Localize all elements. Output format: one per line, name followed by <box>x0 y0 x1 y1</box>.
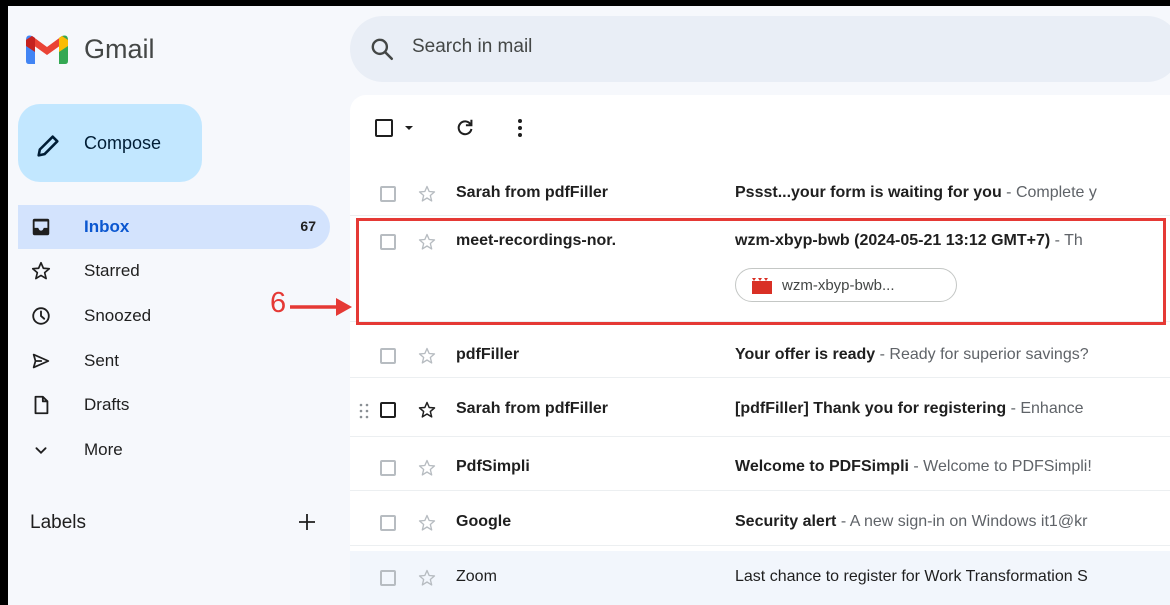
nav-item-inbox[interactable]: Inbox 67 <box>18 205 330 249</box>
star-icon[interactable] <box>417 568 437 588</box>
nav-item-drafts[interactable]: Drafts <box>18 383 330 427</box>
star-icon <box>31 261 51 280</box>
email-sender: Sarah from pdfFiller <box>456 184 609 201</box>
draft-icon <box>34 395 49 415</box>
inbox-icon <box>32 218 50 236</box>
inbox-count: 67 <box>300 218 316 234</box>
email-line: Your offer is ready - Ready for superior… <box>735 346 1170 364</box>
email-row[interactable]: pdfFiller Your offer is ready - Ready fo… <box>350 332 1170 378</box>
email-sender: PdfSimpli <box>456 458 530 475</box>
refresh-icon[interactable] <box>454 117 476 139</box>
email-line: Pssst...your form is waiting for you - C… <box>735 184 1170 202</box>
email-snippet: - Ready for superior savings? <box>875 346 1089 363</box>
email-row[interactable]: PdfSimpli Welcome to PDFSimpli - Welcome… <box>350 445 1170 491</box>
email-subject: Pssst...your form is waiting for you <box>735 184 1002 201</box>
row-checkbox[interactable] <box>380 348 396 364</box>
star-icon[interactable] <box>417 346 437 366</box>
mail-list: Sarah from pdfFiller Pssst...your form i… <box>350 95 1170 605</box>
nav-label-snoozed: Snoozed <box>84 306 152 325</box>
annotation-arrow-icon <box>290 298 352 316</box>
select-dropdown-icon[interactable] <box>403 123 415 133</box>
email-sender: pdfFiller <box>456 346 520 363</box>
annotation-highlight-box <box>356 218 1166 325</box>
email-row[interactable]: Google Security alert - A new sign-in on… <box>350 500 1170 546</box>
email-sender: Zoom <box>456 568 497 585</box>
more-vert-icon[interactable] <box>515 117 525 139</box>
nav-label-drafts: Drafts <box>84 395 130 414</box>
email-line: Security alert - A new sign-in on Window… <box>735 513 1170 531</box>
email-row[interactable]: Zoom Last chance to register for Work Tr… <box>350 551 1170 605</box>
plus-icon[interactable] <box>296 511 318 533</box>
app-name: Gmail <box>84 34 155 64</box>
search-input[interactable]: Search in mail <box>412 36 532 58</box>
labels-heading: Labels <box>30 512 86 533</box>
nav-label-starred: Starred <box>84 261 140 280</box>
email-snippet: - Complete y <box>1001 184 1097 201</box>
email-snippet: - Welcome to PDFSimpli! <box>908 458 1092 475</box>
clock-icon <box>32 307 50 325</box>
email-subject: Welcome to PDFSimpli <box>735 458 909 475</box>
email-snippet: - Enhance <box>1006 400 1084 417</box>
chevron-down-icon <box>35 447 47 455</box>
search-icon[interactable] <box>369 36 395 62</box>
email-subject: Security alert <box>735 513 837 530</box>
email-subject: Your offer is ready <box>735 346 876 363</box>
compose-label: Compose <box>84 133 162 153</box>
send-icon <box>32 353 50 369</box>
email-line: Welcome to PDFSimpli - Welcome to PDFSim… <box>735 458 1170 476</box>
email-sender: Sarah from pdfFiller <box>456 400 609 417</box>
email-row[interactable]: Sarah from pdfFiller [pdfFiller] Thank y… <box>350 385 1170 437</box>
email-row[interactable]: Sarah from pdfFiller Pssst...your form i… <box>350 170 1170 216</box>
nav-item-sent[interactable]: Sent <box>18 339 330 383</box>
star-icon[interactable] <box>417 184 437 204</box>
email-line: Last chance to register for Work Transfo… <box>735 568 1170 586</box>
email-snippet: Last chance to register for Work Transfo… <box>735 568 1088 585</box>
select-all-checkbox[interactable] <box>375 119 393 137</box>
email-subject: [pdfFiller] Thank you for registering <box>735 400 1007 417</box>
compose-button[interactable]: Compose <box>18 104 202 182</box>
email-sender: Google <box>456 513 512 530</box>
row-checkbox[interactable] <box>380 402 396 418</box>
row-checkbox[interactable] <box>380 570 396 586</box>
email-line: [pdfFiller] Thank you for registering - … <box>735 400 1170 418</box>
annotation-number: 6 <box>270 287 287 319</box>
gmail-logo-icon[interactable] <box>26 34 68 64</box>
row-checkbox[interactable] <box>380 460 396 476</box>
star-icon[interactable] <box>417 400 437 420</box>
search-bar[interactable]: Search in mail <box>350 16 1170 82</box>
nav-label-sent: Sent <box>84 351 119 370</box>
pencil-icon <box>37 135 59 157</box>
nav-label-inbox: Inbox <box>84 217 130 236</box>
star-icon[interactable] <box>417 513 437 533</box>
nav-item-more[interactable]: More <box>18 428 330 472</box>
drag-handle-icon[interactable] <box>358 402 370 420</box>
email-snippet: - A new sign-in on Windows it1@kr <box>836 513 1088 530</box>
row-checkbox[interactable] <box>380 515 396 531</box>
star-icon[interactable] <box>417 458 437 478</box>
nav-label-more: More <box>84 440 123 459</box>
row-checkbox[interactable] <box>380 186 396 202</box>
